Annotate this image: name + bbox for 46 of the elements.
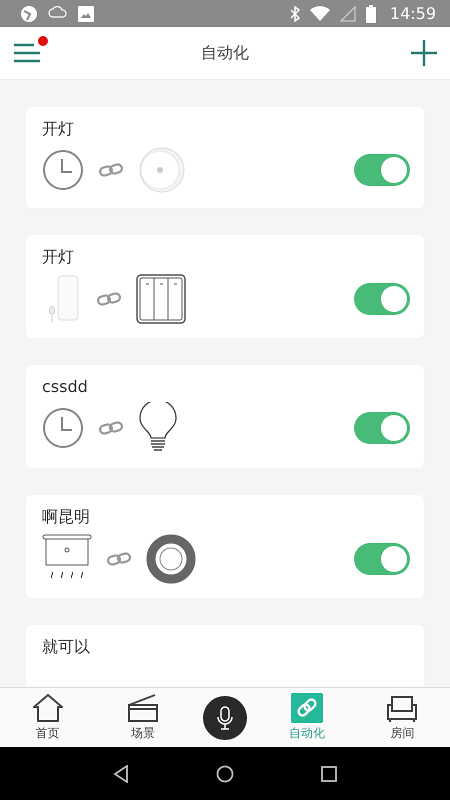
recents-icon[interactable] — [320, 766, 337, 782]
automation-name: cssdd — [42, 377, 89, 396]
link-icon — [106, 551, 132, 567]
battery-icon — [366, 4, 376, 22]
menu-button[interactable] — [14, 42, 40, 64]
link-icon — [98, 162, 124, 178]
button-icon — [146, 534, 196, 584]
microphone-button[interactable] — [202, 696, 247, 740]
home-circle-icon[interactable] — [216, 764, 234, 782]
sensor-icon — [138, 146, 186, 194]
toggle-switch[interactable] — [354, 283, 410, 315]
microphone-icon — [216, 706, 233, 730]
automation-name: 开灯 — [42, 119, 75, 140]
automation-card[interactable]: 啊昆明 — [26, 495, 424, 598]
page-title: 自动化 — [201, 42, 249, 64]
home-icon — [32, 693, 64, 723]
automation-card[interactable]: cssdd — [26, 365, 424, 468]
nav-tab[interactable]: 场景 — [108, 693, 178, 742]
image-icon — [78, 6, 94, 22]
bluetooth-icon — [290, 6, 300, 22]
add-button[interactable] — [410, 39, 438, 67]
clapperboard-icon — [126, 693, 159, 723]
automation-name: 开灯 — [42, 247, 75, 268]
automation-name: 就可以 — [42, 637, 91, 658]
automation-card[interactable]: 就可以 — [26, 625, 424, 687]
nav-tab[interactable]: 首页 — [12, 693, 83, 742]
clock-icon — [42, 407, 84, 449]
automation-name: 啊昆明 — [42, 507, 91, 528]
sofa-icon — [386, 693, 418, 723]
nav-tab[interactable]: 房间 — [367, 693, 438, 742]
toggle-switch[interactable] — [354, 412, 410, 444]
clock-time: 14:59 — [390, 4, 436, 23]
signal-icon — [340, 6, 356, 22]
back-icon[interactable] — [113, 764, 130, 782]
switch-icon — [136, 274, 186, 324]
clock-icon — [42, 149, 84, 191]
link-icon — [96, 291, 122, 307]
wifi-icon — [310, 6, 330, 22]
toggle-switch[interactable] — [354, 543, 410, 575]
link-icon — [291, 693, 324, 723]
automation-card[interactable]: 开灯 — [26, 107, 424, 208]
app-icon — [20, 4, 38, 22]
toggle-switch[interactable] — [354, 154, 410, 186]
link-icon — [98, 420, 124, 436]
automation-card[interactable]: 开灯 — [26, 235, 424, 338]
bulb-icon — [138, 402, 178, 454]
